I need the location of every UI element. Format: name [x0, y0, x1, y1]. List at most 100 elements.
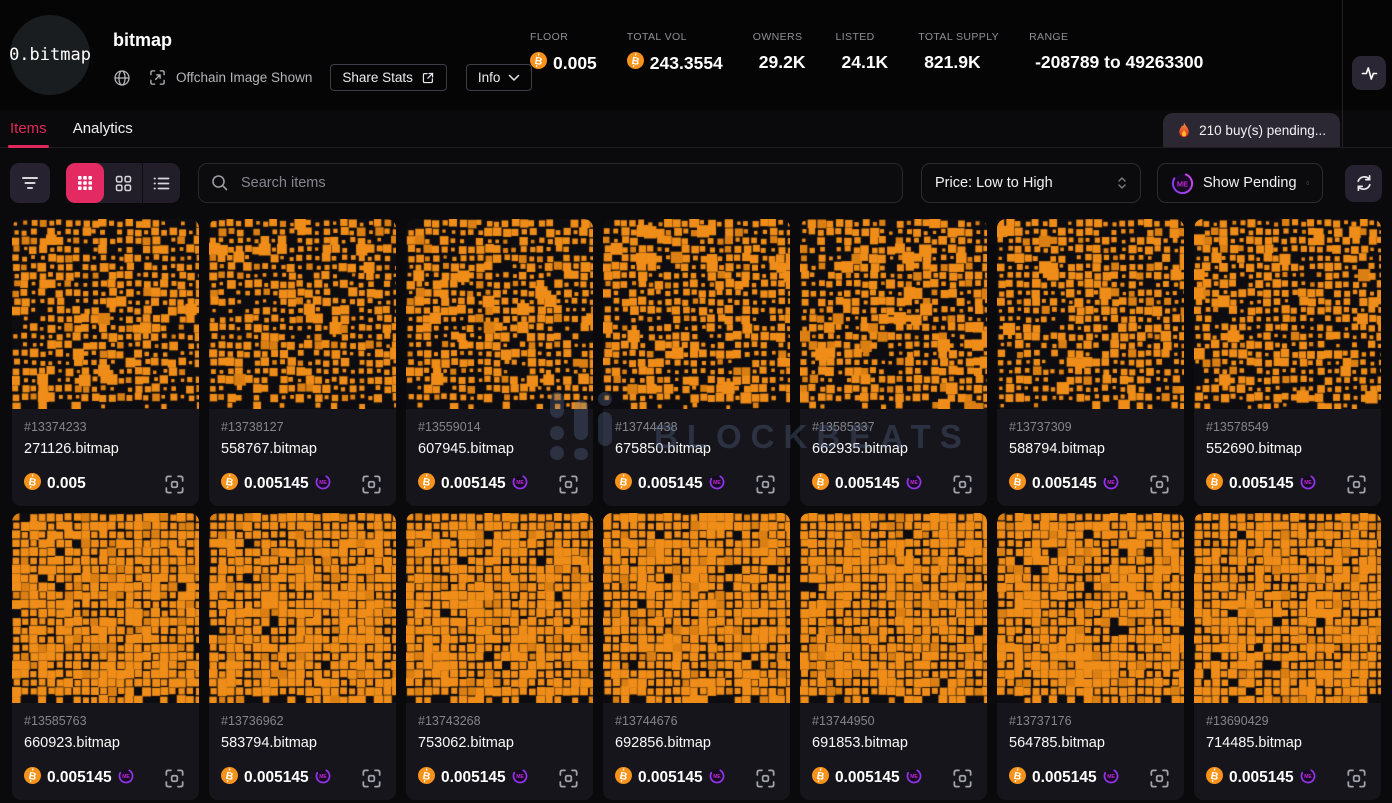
preview-button[interactable]	[358, 471, 384, 497]
bitmap-image[interactable]	[997, 513, 1184, 703]
bitcoin-icon: B	[24, 473, 41, 490]
bitcoin-icon: B	[221, 767, 238, 784]
nft-card[interactable]: #13585763 660923.bitmap B 0.005145 ME	[12, 513, 199, 800]
collection-title: bitmap	[113, 30, 532, 51]
filter-icon	[21, 175, 39, 191]
bitmap-image[interactable]	[12, 513, 199, 703]
nft-card[interactable]: #13744950 691853.bitmap B 0.005145 ME	[800, 513, 987, 800]
preview-button[interactable]	[555, 765, 581, 791]
fire-icon	[1177, 122, 1191, 138]
bitmap-image[interactable]	[406, 513, 593, 703]
preview-button[interactable]	[555, 471, 581, 497]
grid-icon	[115, 175, 132, 192]
bitcoin-icon: B	[812, 767, 829, 784]
bitcoin-icon: B	[615, 767, 632, 784]
nft-card[interactable]: #13737176 564785.bitmap B 0.005145 ME	[997, 513, 1184, 800]
preview-button[interactable]	[949, 765, 975, 791]
nft-card[interactable]: #13737309 588794.bitmap B 0.005145 ME	[997, 219, 1184, 506]
stat-value: 821.9K	[924, 52, 980, 73]
svg-text:ME: ME	[1304, 479, 1312, 485]
card-name: 558767.bitmap	[221, 441, 384, 457]
refresh-button[interactable]	[1345, 165, 1382, 202]
info-button[interactable]: Info	[466, 64, 533, 91]
sort-chevrons-icon	[1306, 175, 1309, 191]
preview-button[interactable]	[1146, 471, 1172, 497]
bitmap-image[interactable]	[603, 513, 790, 703]
nft-card[interactable]: #13744438 675850.bitmap B 0.005145 ME	[603, 219, 790, 506]
pending-buys-label: 210 buy(s) pending...	[1199, 123, 1326, 138]
nft-card[interactable]: #13738127 558767.bitmap B 0.005145 ME	[209, 219, 396, 506]
scan-icon	[1346, 474, 1367, 495]
bitmap-image[interactable]	[800, 219, 987, 409]
activity-button[interactable]	[1352, 56, 1386, 90]
preview-button[interactable]	[161, 765, 187, 791]
nft-card[interactable]: #13578549 552690.bitmap B 0.005145 ME	[1194, 219, 1381, 506]
search-wrapper	[198, 163, 903, 203]
nft-card[interactable]: #13744676 692856.bitmap B 0.005145 ME	[603, 513, 790, 800]
bitmap-image[interactable]	[209, 513, 396, 703]
preview-button[interactable]	[161, 471, 187, 497]
stat-value: 29.2K	[759, 52, 806, 73]
card-name: 271126.bitmap	[24, 441, 187, 457]
pending-buys-badge[interactable]: 210 buy(s) pending...	[1163, 113, 1340, 147]
stat-item: TOTAL VOL B 243.3554	[627, 31, 723, 74]
bitcoin-icon: B	[1206, 767, 1223, 784]
bitmap-image[interactable]	[209, 219, 396, 409]
bitcoin-icon: B	[418, 767, 435, 784]
svg-text:ME: ME	[1107, 479, 1115, 485]
card-price: 0.005145	[638, 475, 703, 493]
card-inscription-id: #13738127	[221, 420, 384, 434]
globe-icon[interactable]	[113, 69, 131, 87]
preview-button[interactable]	[752, 765, 778, 791]
collection-avatar-text: 0.bitmap	[9, 45, 91, 65]
preview-button[interactable]	[752, 471, 778, 497]
share-stats-button[interactable]: Share Stats	[330, 64, 447, 91]
preview-button[interactable]	[358, 765, 384, 791]
bitmap-image[interactable]	[1194, 219, 1381, 409]
view-grid-button[interactable]	[104, 163, 142, 203]
preview-button[interactable]	[949, 471, 975, 497]
offchain-image-icon	[149, 69, 166, 86]
svg-text:ME: ME	[1107, 773, 1115, 779]
stat-label: OWNERS	[753, 31, 806, 43]
nft-card[interactable]: #13559014 607945.bitmap B 0.005145 ME	[406, 219, 593, 506]
card-price: 0.005145	[47, 769, 112, 787]
scan-icon	[558, 474, 579, 495]
nft-card[interactable]: #13374233 271126.bitmap B 0.005	[12, 219, 199, 506]
preview-button[interactable]	[1343, 765, 1369, 791]
card-inscription-id: #13744676	[615, 714, 778, 728]
bitmap-image[interactable]	[800, 513, 987, 703]
stat-label: RANGE	[1029, 31, 1203, 43]
preview-button[interactable]	[1343, 471, 1369, 497]
bitmap-image[interactable]	[1194, 513, 1381, 703]
grid-dense-icon	[77, 175, 93, 191]
tab-items[interactable]: Items	[10, 110, 47, 147]
bitmap-image[interactable]	[12, 219, 199, 409]
preview-button[interactable]	[1146, 765, 1172, 791]
sort-select[interactable]: Price: Low to High	[921, 163, 1141, 203]
chevron-down-icon	[508, 74, 520, 82]
stat-label: TOTAL VOL	[627, 31, 723, 43]
filter-button[interactable]	[10, 163, 50, 203]
view-dense-grid-button[interactable]	[66, 163, 104, 203]
nft-card[interactable]: #13690429 714485.bitmap B 0.005145 ME	[1194, 513, 1381, 800]
search-input[interactable]	[198, 163, 903, 203]
bitmap-image[interactable]	[997, 219, 1184, 409]
bitmap-image[interactable]	[603, 219, 790, 409]
nft-card[interactable]: #13743268 753062.bitmap B 0.005145 ME	[406, 513, 593, 800]
nft-card[interactable]: #13585337 662935.bitmap B 0.005145 ME	[800, 219, 987, 506]
collection-avatar: 0.bitmap	[10, 15, 90, 95]
nft-card[interactable]: #13736962 583794.bitmap B 0.005145 ME	[209, 513, 396, 800]
pending-filter-select[interactable]: ME Show Pending	[1157, 163, 1323, 203]
bitcoin-icon: B	[812, 473, 829, 490]
card-name: 692856.bitmap	[615, 735, 778, 751]
view-list-button[interactable]	[142, 163, 180, 203]
card-inscription-id: #13736962	[221, 714, 384, 728]
card-price: 0.005145	[1032, 475, 1097, 493]
items-grid: #13374233 271126.bitmap B 0.005 #1373812…	[0, 203, 1392, 800]
stat-item: FLOOR B 0.005	[530, 31, 597, 74]
svg-text:ME: ME	[910, 479, 918, 485]
bitmap-image[interactable]	[406, 219, 593, 409]
tab-analytics[interactable]: Analytics	[73, 110, 133, 147]
card-inscription-id: #13744950	[812, 714, 975, 728]
